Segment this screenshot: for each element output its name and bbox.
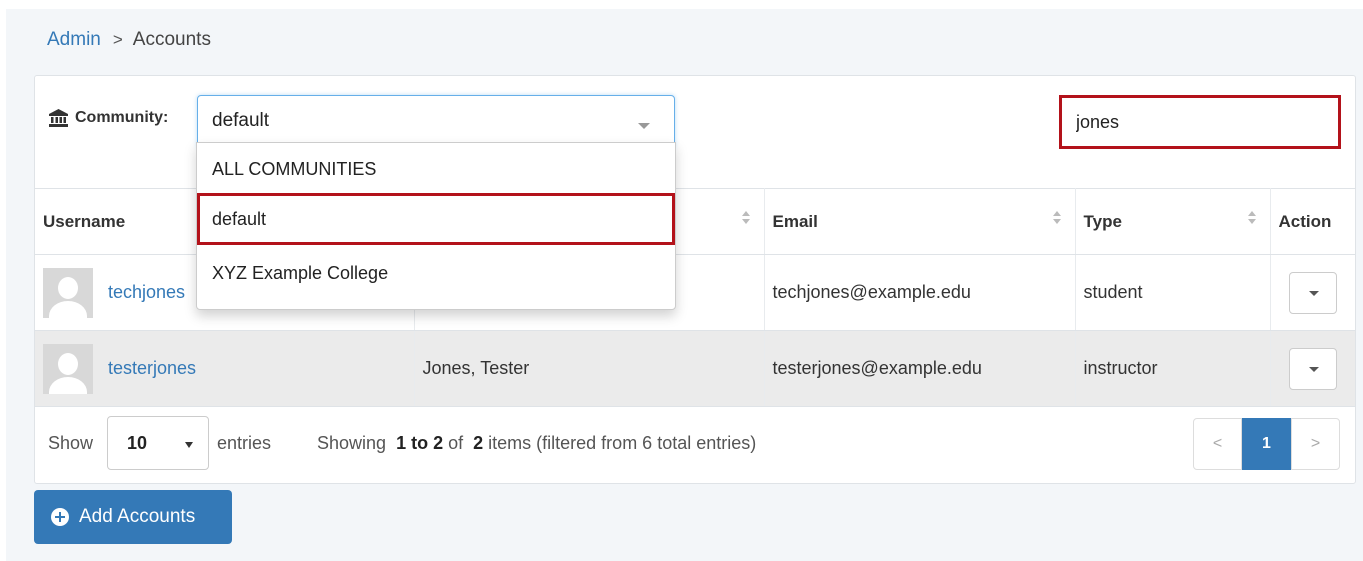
search-box[interactable] [1059,95,1341,149]
table-footer: Show 10 entries Showing 1 to 2 of 2 item… [35,406,1355,484]
sort-icon [1247,211,1256,227]
caret-down-icon [185,442,193,448]
add-accounts-label: Add Accounts [79,506,196,527]
dropdown-option-xyz-example-college[interactable]: XYZ Example College [197,247,675,299]
pagination-info: Showing 1 to 2 of 2 items (filtered from… [317,433,757,453]
sort-icon [741,211,750,227]
table-row: testerjones Jones, Tester testerjones@ex… [35,330,1355,407]
add-accounts-button[interactable]: Add Accounts [34,490,232,544]
action-cell [1270,254,1355,331]
community-dropdown-menu: ALL COMMUNITIES default XYZ Example Coll… [196,142,676,310]
search-input[interactable] [1062,98,1338,146]
entries-per-page-value: 10 [127,433,148,453]
chevron-down-icon [638,123,650,129]
avatar [43,267,93,318]
pagination-next-button[interactable]: > [1291,418,1340,470]
pagination: < 1 > [1193,418,1340,470]
show-label: Show [48,433,94,453]
name-cell: Jones, Tester [414,330,765,407]
type-cell: student [1075,254,1271,331]
pagination-prev-button[interactable]: < [1193,418,1242,470]
community-select[interactable]: default [197,95,675,149]
username-link[interactable]: testerjones [108,358,196,379]
column-header-action: Action [1270,188,1355,255]
dropdown-option-all-communities[interactable]: ALL COMMUNITIES [197,143,675,195]
pagination-page-1[interactable]: 1 [1242,418,1291,470]
username-link[interactable]: techjones [108,282,185,303]
entries-per-page-select[interactable]: 10 [107,416,209,470]
username-cell: testerjones [35,330,415,407]
community-label: Community: [49,109,168,127]
avatar [43,343,93,394]
row-action-button[interactable] [1288,347,1337,390]
action-cell [1270,330,1355,407]
sort-icon [1052,211,1061,227]
column-header-email[interactable]: Email [764,188,1076,255]
email-cell: testerjones@example.edu [764,330,1076,407]
bank-icon [49,109,68,127]
type-cell: instructor [1075,330,1271,407]
column-header-type[interactable]: Type [1075,188,1271,255]
plus-circle-icon [51,508,69,526]
caret-down-icon [1308,366,1319,372]
dropdown-option-default[interactable]: default [197,193,675,245]
row-action-button[interactable] [1288,271,1337,314]
community-select-value: default [212,110,270,131]
breadcrumb-separator: > [112,30,123,49]
entries-label: entries [217,433,272,453]
breadcrumb-admin-link[interactable]: Admin [47,29,101,51]
caret-down-icon [1308,290,1319,296]
email-cell: techjones@example.edu [764,254,1076,331]
breadcrumb-current: Accounts [132,29,211,50]
community-label-text: Community: [75,109,169,126]
breadcrumb: Admin > Accounts [47,29,211,51]
